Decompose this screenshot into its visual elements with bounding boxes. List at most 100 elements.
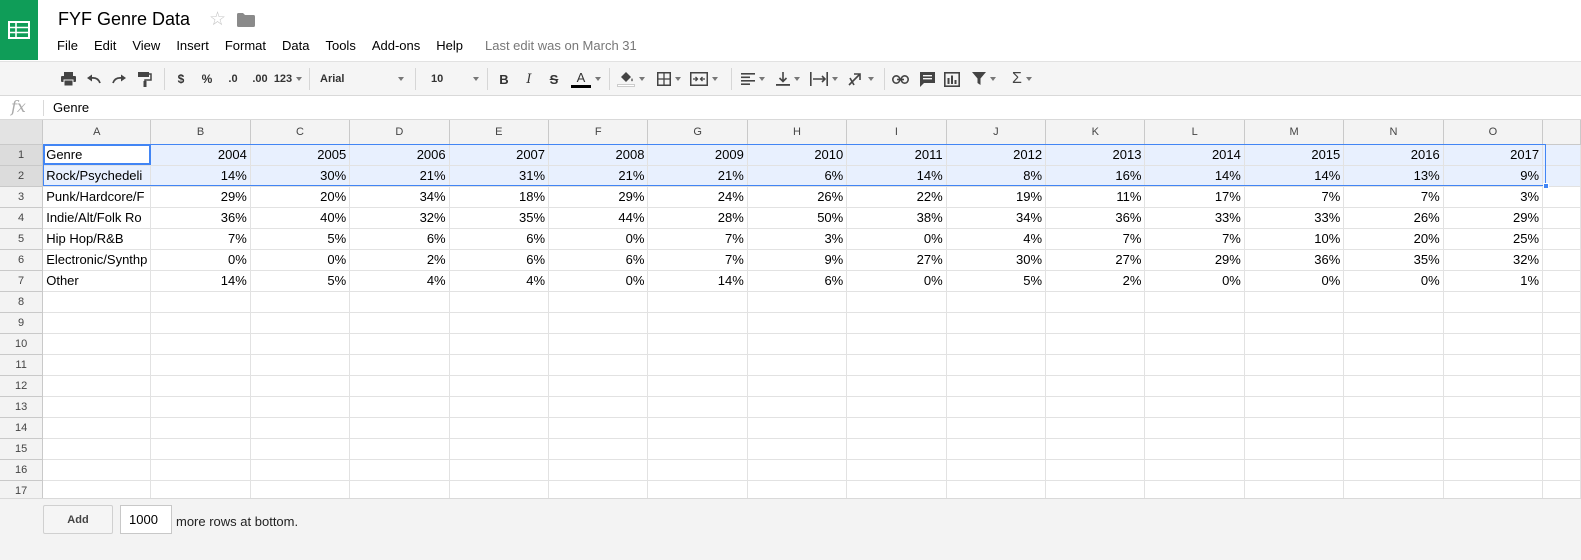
cell-i9[interactable] [846,312,947,334]
cell-h14[interactable] [747,417,848,439]
menu-edit[interactable]: Edit [86,36,124,55]
cell-m7[interactable]: 0% [1244,270,1345,292]
column-header-k[interactable]: K [1045,120,1146,145]
cell-l10[interactable] [1144,333,1245,355]
cell-i15[interactable] [846,438,947,460]
row-header[interactable]: 4 [0,207,44,229]
row-header[interactable]: 8 [0,291,44,313]
cell-j11[interactable] [946,354,1047,376]
cell-d17[interactable] [349,480,450,498]
cell-o3[interactable]: 3% [1443,186,1544,208]
cell-l9[interactable] [1144,312,1245,334]
cell-i17[interactable] [846,480,947,498]
cell-f10[interactable] [548,333,649,355]
cell-n1[interactable]: 2016 [1343,144,1444,166]
cell-l14[interactable] [1144,417,1245,439]
cell-o4[interactable]: 29% [1443,207,1544,229]
cell-l4[interactable]: 33% [1144,207,1245,229]
cell-i2[interactable]: 14% [846,165,947,187]
cell-j4[interactable]: 34% [946,207,1047,229]
row-header[interactable]: 7 [0,270,44,292]
cell-o14[interactable] [1443,417,1544,439]
cell-g10[interactable] [647,333,748,355]
cell-e4[interactable]: 35% [449,207,550,229]
cell-g13[interactable] [647,396,748,418]
cell-e12[interactable] [449,375,550,397]
cell-c15[interactable] [250,438,351,460]
cell-e15[interactable] [449,438,550,460]
row-header[interactable]: 9 [0,312,44,334]
menu-insert[interactable]: Insert [168,36,217,55]
strikethrough-button[interactable]: S [546,69,562,89]
cell-c3[interactable]: 20% [250,186,351,208]
cell-f17[interactable] [548,480,649,498]
cell-c2[interactable]: 30% [250,165,351,187]
menu-help[interactable]: Help [428,36,471,55]
cell-c1[interactable]: 2005 [250,144,351,166]
vertical-align-button[interactable] [773,69,803,89]
horizontal-align-button[interactable] [738,69,768,89]
cell-m15[interactable] [1244,438,1345,460]
cell-k15[interactable] [1045,438,1146,460]
last-edit-status[interactable]: Last edit was on March 31 [485,38,637,53]
cell-n7[interactable]: 0% [1343,270,1444,292]
cell-b15[interactable] [150,438,251,460]
cell-i10[interactable] [846,333,947,355]
column-header-i[interactable]: I [846,120,947,145]
cell-a16[interactable] [42,459,152,481]
menu-file[interactable]: File [49,36,86,55]
filter-button[interactable] [968,69,1000,89]
cell-g8[interactable] [647,291,748,313]
cell-b17[interactable] [150,480,251,498]
cell-n6[interactable]: 35% [1343,249,1444,271]
cell-n5[interactable]: 20% [1343,228,1444,250]
cell-c12[interactable] [250,375,351,397]
cell-a12[interactable] [42,375,152,397]
column-header-f[interactable]: F [548,120,649,145]
currency-format-button[interactable]: $ [174,69,188,89]
cell-f6[interactable]: 6% [548,249,649,271]
column-header-b[interactable]: B [150,120,251,145]
column-header-l[interactable]: L [1144,120,1245,145]
cell-f12[interactable] [548,375,649,397]
cell-j5[interactable]: 4% [946,228,1047,250]
cell-f14[interactable] [548,417,649,439]
cell-f5[interactable]: 0% [548,228,649,250]
cell-g17[interactable] [647,480,748,498]
cell-l6[interactable]: 29% [1144,249,1245,271]
column-header-n[interactable]: N [1343,120,1444,145]
cell-h5[interactable]: 3% [747,228,848,250]
cell-k17[interactable] [1045,480,1146,498]
document-title[interactable]: FYF Genre Data [58,9,190,30]
cell-m2[interactable]: 14% [1244,165,1345,187]
cell-g14[interactable] [647,417,748,439]
cell-h13[interactable] [747,396,848,418]
more-formats-button[interactable]: 123 [273,69,303,89]
cell-g3[interactable]: 24% [647,186,748,208]
cell-h11[interactable] [747,354,848,376]
cell-n11[interactable] [1343,354,1444,376]
cell-l7[interactable]: 0% [1144,270,1245,292]
cell-o7[interactable]: 1% [1443,270,1544,292]
cell-e2[interactable]: 31% [449,165,550,187]
select-all-corner[interactable] [0,120,44,145]
cell-b7[interactable]: 14% [150,270,251,292]
cell-d5[interactable]: 6% [349,228,450,250]
cell-j8[interactable] [946,291,1047,313]
cell-a11[interactable] [42,354,152,376]
merge-cells-button[interactable] [686,69,722,89]
cell-f15[interactable] [548,438,649,460]
cell-o12[interactable] [1443,375,1544,397]
paint-format-icon[interactable] [136,69,154,89]
cell-j10[interactable] [946,333,1047,355]
cell-f8[interactable] [548,291,649,313]
cell-g11[interactable] [647,354,748,376]
cell-a14[interactable] [42,417,152,439]
cell-d4[interactable]: 32% [349,207,450,229]
cell-g12[interactable] [647,375,748,397]
cell-h8[interactable] [747,291,848,313]
cell-g7[interactable]: 14% [647,270,748,292]
cell-h2[interactable]: 6% [747,165,848,187]
cell-d14[interactable] [349,417,450,439]
cell-a10[interactable] [42,333,152,355]
